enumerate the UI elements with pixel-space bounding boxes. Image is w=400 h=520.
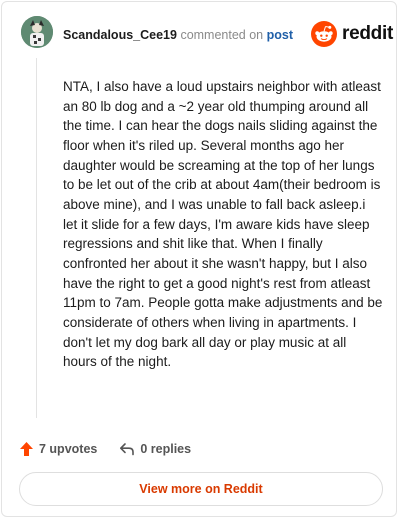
reddit-snoo-icon [311, 21, 337, 47]
avatar-image [21, 16, 53, 48]
view-more-button[interactable]: View more on Reddit [19, 472, 383, 506]
reddit-logo[interactable]: reddit [311, 21, 393, 47]
comment-actions: 7 upvotes 0 replies [19, 439, 191, 459]
reply-count: 0 replies [140, 442, 192, 456]
comment-embed-card: Scandalous_Cee19 commented on post reddi… [1, 1, 397, 517]
upvote-control[interactable]: 7 upvotes [19, 441, 97, 457]
post-link[interactable]: post [267, 28, 293, 42]
comment-header: Scandalous_Cee19 commented on post [63, 27, 293, 43]
commented-on-text: commented on [180, 28, 264, 42]
thread-line [36, 58, 37, 418]
upvote-count: 7 upvotes [39, 442, 98, 456]
author-name[interactable]: Scandalous_Cee19 [63, 28, 177, 42]
comment-body: NTA, I also have a loud upstairs neighbo… [63, 79, 383, 370]
upvote-arrow-icon [20, 442, 33, 456]
reply-arrow-icon [120, 443, 135, 456]
reply-control[interactable]: 0 replies [119, 442, 191, 456]
reddit-wordmark: reddit [342, 23, 393, 44]
avatar[interactable] [21, 16, 53, 48]
